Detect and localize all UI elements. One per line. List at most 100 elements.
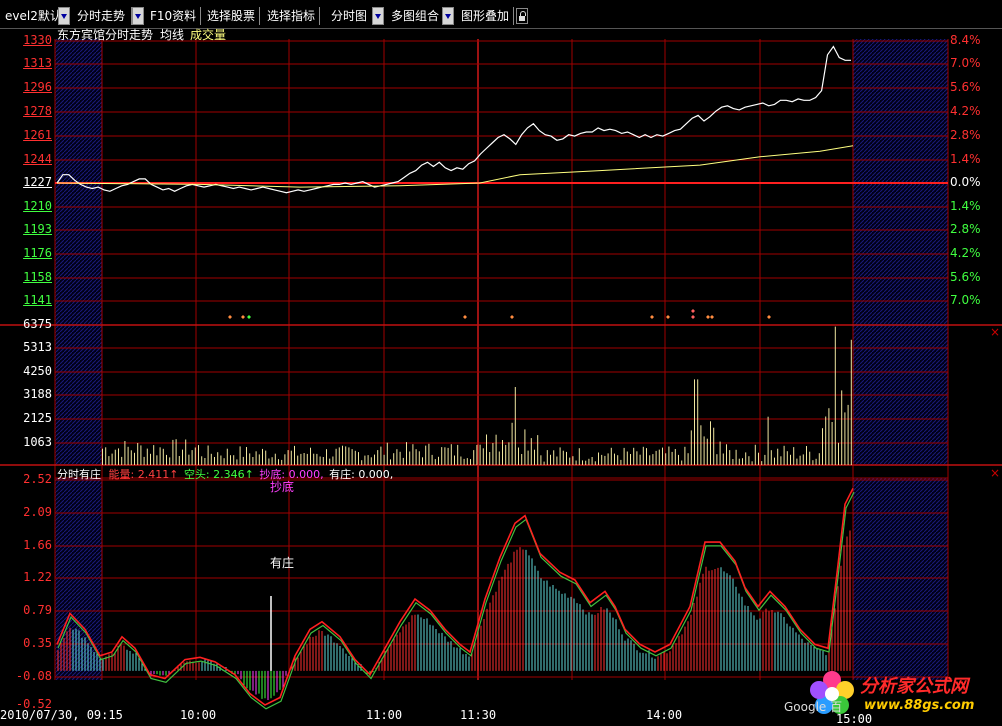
signal-marker [691,315,695,319]
volume-bar [633,447,635,465]
pct-tick: 2.8% [950,222,981,236]
volume-bar [847,404,849,465]
volume-bar [575,460,577,465]
volume-bar [246,447,247,465]
bear-line [57,491,855,710]
volume-bar [790,454,791,465]
volume-bar [732,459,734,465]
close-icon[interactable]: × [990,466,1000,480]
volume-bar [409,451,411,465]
volume-bar [505,444,507,465]
volume-tick: 3188 [23,387,52,401]
volume-bar [466,458,468,465]
volume-bar [793,447,795,465]
chevron-down-icon[interactable] [372,7,384,25]
level2-default-button[interactable]: evel2默认 [0,7,62,25]
volume-bar [492,443,494,465]
volume-bar [191,450,193,465]
volume-bar [585,460,587,465]
volume-bar [108,456,110,465]
signal-marker [691,309,695,313]
indicator-tick: 0.35 [23,636,52,650]
volume-bar [655,450,657,465]
volume-bar [329,458,331,465]
volume-bar [559,447,561,465]
volume-bar [114,449,116,465]
intraday-chart-button[interactable]: 分时图 [326,7,372,25]
volume-bar [636,451,638,465]
f10-info-button[interactable]: F10资料 [145,7,201,25]
volume-bar [338,447,340,465]
volume-bar [713,427,715,465]
signal-marker [228,315,232,319]
price-tick: 1330 [23,33,52,47]
signal-marker [463,315,467,319]
volume-bar [546,450,548,465]
volume-bar [406,442,407,465]
volume-bar [230,455,231,465]
chevron-down-icon[interactable] [442,7,454,25]
volume-bar [316,453,318,465]
volume-bar [780,456,782,465]
volume-bar [665,453,667,465]
volume-bar [706,438,708,465]
volume-bar [617,455,619,465]
overlay-button[interactable]: 图形叠加 [456,7,514,25]
volume-bar [649,455,651,465]
volume-bar [482,448,484,465]
volume-bar [127,446,129,465]
multi-chart-button[interactable]: 多图组合 [386,7,442,25]
volume-bar [124,441,126,465]
volume-bar [783,445,785,465]
volume-bar [393,453,395,465]
volume-bar [434,459,436,465]
volume-bar [588,458,590,465]
volume-bar [674,449,676,465]
volume-bar [716,454,718,465]
volume-bar [626,451,628,465]
volume-bar [335,448,337,465]
price-tick: 1158 [23,270,52,284]
volume-bar [806,446,807,465]
volume-bar [834,326,836,465]
volume-bar [255,451,257,465]
select-stock-button[interactable]: 选择股票 [202,7,260,25]
price-tick: 1278 [23,104,52,118]
volume-bar [578,448,580,465]
volume-bar [809,451,811,465]
volume-bar [786,451,788,465]
volume-bar [681,460,683,465]
bear-value: 2.346↑ [213,468,254,481]
volume-bar [390,459,391,465]
close-icon[interactable]: × [990,325,1000,339]
volume-bar [751,461,753,465]
volume-bar [265,450,267,465]
volume-bar [140,445,142,465]
signal-marker [666,315,670,319]
lock-icon[interactable] [516,8,528,24]
select-indicator-button[interactable]: 选择指标 [262,7,320,25]
intraday-trend-button[interactable]: 分时走势 [72,7,132,25]
indicator-tick: 1.66 [23,538,52,552]
time-label-1100: 11:00 [366,708,403,722]
volume-bar [162,448,164,465]
volume-bar [726,444,727,465]
volume-bar [207,445,209,465]
volume-bar [530,438,532,465]
chevron-down-icon[interactable] [58,7,70,25]
volume-bar [745,452,747,465]
chevron-down-icon[interactable] [132,7,144,25]
chart-area[interactable] [0,28,1002,724]
volume-bar [447,447,449,465]
volume-bar [364,455,366,465]
volume-bar [374,454,375,465]
volume-bar [700,425,702,465]
volume-bar [105,447,107,465]
indicator-name: 分时有庄 [57,468,101,481]
volume-bar [841,390,843,465]
volume-bar [534,449,535,465]
pct-tick: 5.6% [950,270,981,284]
volume-bar [697,379,699,465]
volume-bar [710,421,711,465]
volume-bar [396,449,398,465]
